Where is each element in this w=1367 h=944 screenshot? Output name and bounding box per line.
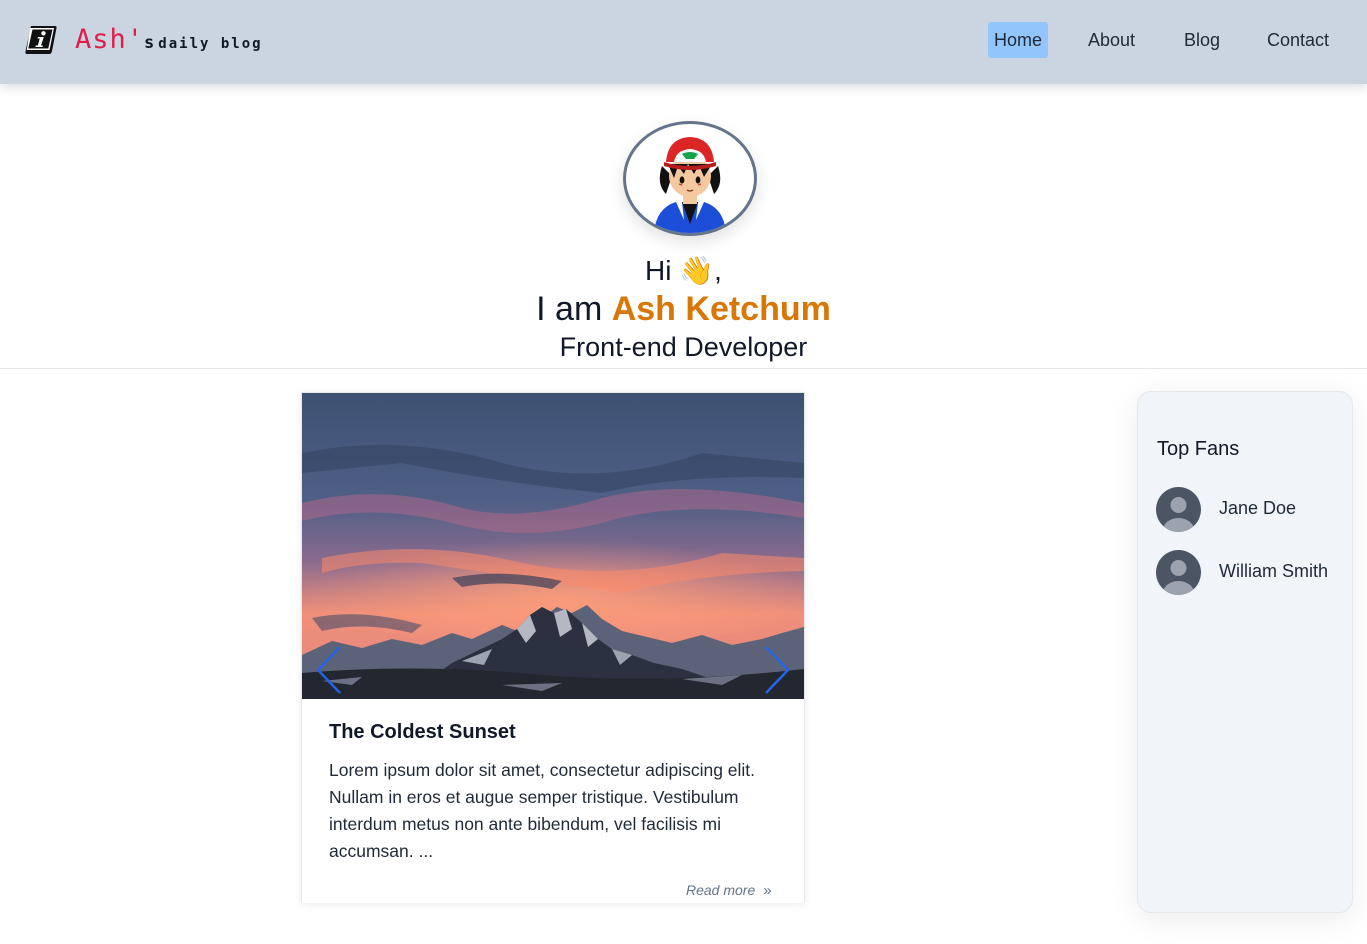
nav-link-contact[interactable]: Contact <box>1262 22 1334 58</box>
info-book-icon[interactable] <box>24 24 58 56</box>
greeting-text: Hi <box>645 255 680 286</box>
hero-greeting: Hi 👋, <box>0 254 1367 287</box>
mountain-sunset-image <box>302 393 804 699</box>
logo-possessive: s <box>144 33 155 53</box>
top-fans-sidebar: Top Fans Jane Doe William Smith <box>1137 391 1353 913</box>
hero-role: Front-end Developer <box>559 332 808 362</box>
chevron-right-icon <box>765 646 790 694</box>
hero-name: Ash Ketchum <box>611 290 831 328</box>
fan-item[interactable]: Jane Doe <box>1156 487 1346 533</box>
carousel-prev-button[interactable] <box>314 645 344 695</box>
read-more-link[interactable]: Read more » <box>686 882 772 899</box>
wave-icon: 👋 <box>679 255 715 286</box>
profile-avatar <box>623 121 757 236</box>
double-chevron-right-icon: » <box>763 882 772 899</box>
hero-intro: I am <box>536 290 612 328</box>
chevron-left-icon <box>316 646 341 694</box>
hero-heading: I am Ash Ketchum <box>0 290 1367 329</box>
fan-name: Jane Doe <box>1219 498 1297 518</box>
nav-link-home[interactable]: Home <box>988 22 1048 58</box>
carousel-next-button[interactable] <box>762 645 792 695</box>
logo-tagline: daily blog <box>158 36 263 52</box>
user-avatar-icon <box>1156 487 1201 532</box>
post-title: The Coldest Sunset <box>329 721 516 743</box>
fan-name: William Smith <box>1219 561 1329 581</box>
fan-item[interactable]: William Smith <box>1156 550 1346 596</box>
post-excerpt: Lorem ipsum dolor sit amet, consectetur … <box>329 760 756 861</box>
read-more-label: Read more <box>686 882 756 898</box>
user-avatar-icon <box>1156 550 1201 595</box>
post-card: The Coldest Sunset Lorem ipsum dolor sit… <box>301 392 805 903</box>
logo-name: Ash' <box>75 24 145 55</box>
site-logo[interactable]: Ash's daily blog <box>75 24 263 56</box>
section-divider <box>0 368 1367 369</box>
ash-ketchum-avatar <box>654 137 726 233</box>
nav-link-blog[interactable]: Blog <box>1179 22 1225 58</box>
navbar: Ash's daily blog Home About Blog Contact <box>0 0 1367 84</box>
greeting-comma: , <box>714 255 722 286</box>
sidebar-title: Top Fans <box>1157 438 1240 460</box>
nav-link-about[interactable]: About <box>1083 22 1140 58</box>
